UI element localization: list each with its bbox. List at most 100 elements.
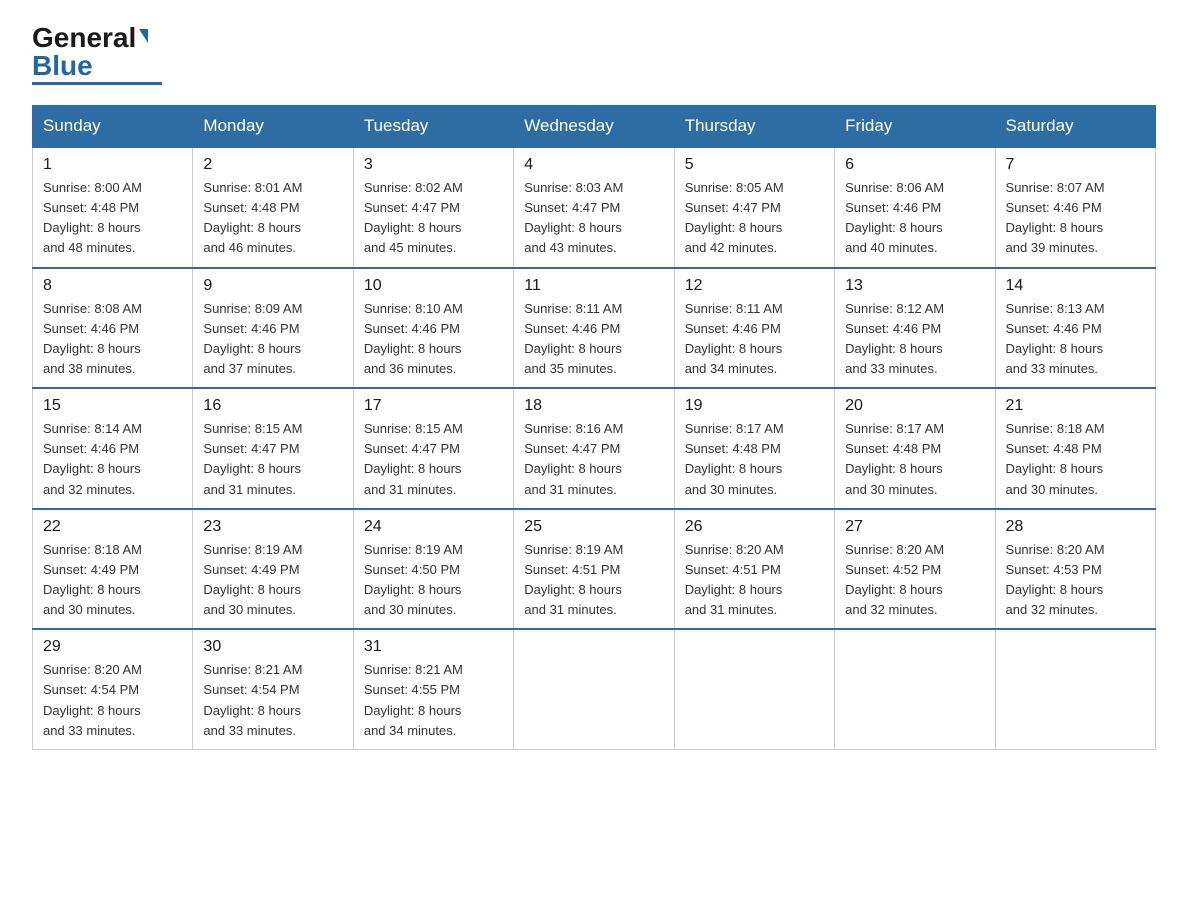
- sunset-value: 4:48 PM: [91, 200, 139, 215]
- sunset-label: Sunset:: [364, 200, 412, 215]
- column-header-sunday: Sunday: [33, 106, 193, 148]
- calendar-day-cell: 25 Sunrise: 8:19 AM Sunset: 4:51 PM Dayl…: [514, 509, 674, 630]
- sunrise-value: 8:13 AM: [1057, 301, 1105, 316]
- daylight-label: Daylight:: [43, 703, 97, 718]
- sunset-value: 4:49 PM: [251, 562, 299, 577]
- daylight-label: Daylight:: [364, 582, 418, 597]
- calendar-day-cell: 12 Sunrise: 8:11 AM Sunset: 4:46 PM Dayl…: [674, 268, 834, 389]
- day-number: 23: [203, 518, 342, 536]
- sunset-value: 4:51 PM: [572, 562, 620, 577]
- daylight-label: Daylight:: [203, 582, 257, 597]
- day-info: Sunrise: 8:17 AM Sunset: 4:48 PM Dayligh…: [685, 419, 824, 500]
- daylight-label: Daylight:: [203, 461, 257, 476]
- sunset-label: Sunset:: [685, 200, 733, 215]
- sunset-label: Sunset:: [364, 562, 412, 577]
- calendar-week-row: 15 Sunrise: 8:14 AM Sunset: 4:46 PM Dayl…: [33, 388, 1156, 509]
- day-info: Sunrise: 8:21 AM Sunset: 4:55 PM Dayligh…: [364, 660, 503, 741]
- daylight-label: Daylight:: [43, 341, 97, 356]
- daylight-label: Daylight:: [203, 341, 257, 356]
- sunset-label: Sunset:: [43, 200, 91, 215]
- calendar-day-cell: 6 Sunrise: 8:06 AM Sunset: 4:46 PM Dayli…: [835, 147, 995, 268]
- sunrise-value: 8:19 AM: [415, 542, 463, 557]
- day-number: 25: [524, 518, 663, 536]
- day-info: Sunrise: 8:16 AM Sunset: 4:47 PM Dayligh…: [524, 419, 663, 500]
- sunrise-label: Sunrise:: [43, 421, 94, 436]
- day-number: 9: [203, 277, 342, 295]
- daylight-label: Daylight:: [1006, 582, 1060, 597]
- day-info: Sunrise: 8:00 AM Sunset: 4:48 PM Dayligh…: [43, 178, 182, 259]
- day-info: Sunrise: 8:18 AM Sunset: 4:48 PM Dayligh…: [1006, 419, 1145, 500]
- daylight-label: Daylight:: [203, 220, 257, 235]
- calendar-day-cell: 17 Sunrise: 8:15 AM Sunset: 4:47 PM Dayl…: [353, 388, 513, 509]
- calendar-day-cell: 21 Sunrise: 8:18 AM Sunset: 4:48 PM Dayl…: [995, 388, 1155, 509]
- sunrise-value: 8:20 AM: [896, 542, 944, 557]
- sunset-value: 4:46 PM: [732, 321, 780, 336]
- calendar-week-row: 1 Sunrise: 8:00 AM Sunset: 4:48 PM Dayli…: [33, 147, 1156, 268]
- day-number: 8: [43, 277, 182, 295]
- sunset-value: 4:51 PM: [732, 562, 780, 577]
- sunrise-value: 8:02 AM: [415, 180, 463, 195]
- day-info: Sunrise: 8:08 AM Sunset: 4:46 PM Dayligh…: [43, 299, 182, 380]
- sunset-value: 4:47 PM: [572, 200, 620, 215]
- sunset-value: 4:52 PM: [893, 562, 941, 577]
- daylight-label: Daylight:: [845, 341, 899, 356]
- day-info: Sunrise: 8:11 AM Sunset: 4:46 PM Dayligh…: [524, 299, 663, 380]
- calendar-day-cell: 22 Sunrise: 8:18 AM Sunset: 4:49 PM Dayl…: [33, 509, 193, 630]
- calendar-week-row: 29 Sunrise: 8:20 AM Sunset: 4:54 PM Dayl…: [33, 629, 1156, 749]
- column-header-friday: Friday: [835, 106, 995, 148]
- sunrise-label: Sunrise:: [364, 662, 415, 677]
- sunrise-value: 8:09 AM: [255, 301, 303, 316]
- day-number: 4: [524, 156, 663, 174]
- day-info: Sunrise: 8:15 AM Sunset: 4:47 PM Dayligh…: [364, 419, 503, 500]
- daylight-label: Daylight:: [845, 582, 899, 597]
- calendar-day-cell: 9 Sunrise: 8:09 AM Sunset: 4:46 PM Dayli…: [193, 268, 353, 389]
- sunrise-value: 8:12 AM: [896, 301, 944, 316]
- day-number: 20: [845, 397, 984, 415]
- sunrise-label: Sunrise:: [203, 301, 254, 316]
- sunrise-value: 8:17 AM: [736, 421, 784, 436]
- day-number: 12: [685, 277, 824, 295]
- daylight-label: Daylight:: [685, 461, 739, 476]
- logo: General Blue: [32, 24, 162, 85]
- day-info: Sunrise: 8:20 AM Sunset: 4:51 PM Dayligh…: [685, 540, 824, 621]
- calendar-day-cell: 29 Sunrise: 8:20 AM Sunset: 4:54 PM Dayl…: [33, 629, 193, 749]
- sunrise-label: Sunrise:: [203, 542, 254, 557]
- sunrise-label: Sunrise:: [845, 301, 896, 316]
- daylight-label: Daylight:: [685, 220, 739, 235]
- calendar-day-cell: 31 Sunrise: 8:21 AM Sunset: 4:55 PM Dayl…: [353, 629, 513, 749]
- sunset-label: Sunset:: [845, 321, 893, 336]
- sunset-value: 4:53 PM: [1053, 562, 1101, 577]
- day-number: 7: [1006, 156, 1145, 174]
- daylight-label: Daylight:: [524, 341, 578, 356]
- day-info: Sunrise: 8:06 AM Sunset: 4:46 PM Dayligh…: [845, 178, 984, 259]
- column-header-tuesday: Tuesday: [353, 106, 513, 148]
- daylight-label: Daylight:: [364, 461, 418, 476]
- logo-arrow-icon: [139, 29, 148, 43]
- daylight-label: Daylight:: [364, 703, 418, 718]
- sunset-value: 4:47 PM: [732, 200, 780, 215]
- sunset-label: Sunset:: [203, 682, 251, 697]
- column-header-wednesday: Wednesday: [514, 106, 674, 148]
- daylight-label: Daylight:: [43, 461, 97, 476]
- day-number: 21: [1006, 397, 1145, 415]
- sunrise-label: Sunrise:: [203, 421, 254, 436]
- day-info: Sunrise: 8:14 AM Sunset: 4:46 PM Dayligh…: [43, 419, 182, 500]
- sunset-label: Sunset:: [43, 682, 91, 697]
- calendar-day-cell: 24 Sunrise: 8:19 AM Sunset: 4:50 PM Dayl…: [353, 509, 513, 630]
- sunrise-label: Sunrise:: [364, 180, 415, 195]
- calendar-empty-cell: [674, 629, 834, 749]
- sunrise-label: Sunrise:: [203, 662, 254, 677]
- daylight-label: Daylight:: [524, 461, 578, 476]
- day-number: 14: [1006, 277, 1145, 295]
- sunrise-value: 8:10 AM: [415, 301, 463, 316]
- sunrise-value: 8:19 AM: [255, 542, 303, 557]
- day-number: 26: [685, 518, 824, 536]
- daylight-label: Daylight:: [1006, 341, 1060, 356]
- daylight-label: Daylight:: [364, 341, 418, 356]
- daylight-label: Daylight:: [685, 341, 739, 356]
- sunset-value: 4:48 PM: [732, 441, 780, 456]
- day-number: 19: [685, 397, 824, 415]
- calendar-day-cell: 4 Sunrise: 8:03 AM Sunset: 4:47 PM Dayli…: [514, 147, 674, 268]
- sunrise-label: Sunrise:: [1006, 180, 1057, 195]
- logo-general: General: [32, 22, 136, 53]
